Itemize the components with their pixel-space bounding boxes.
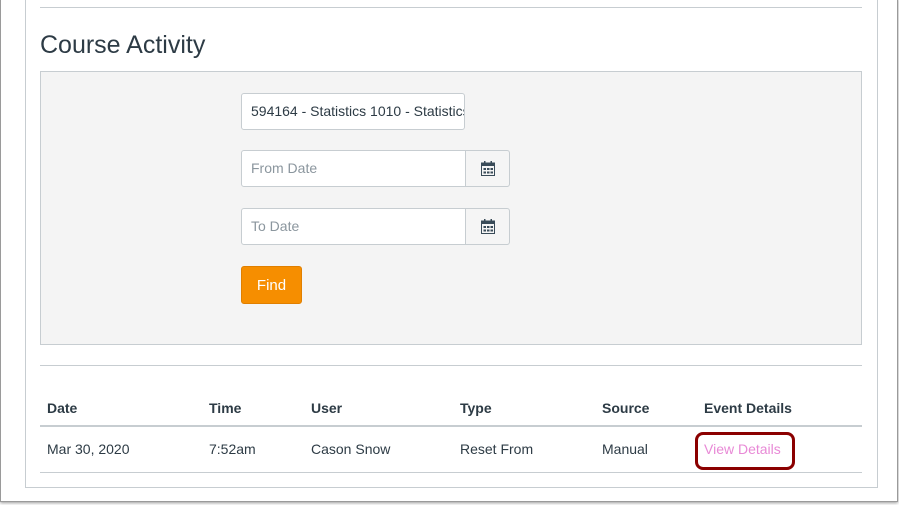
header-source: Source bbox=[602, 400, 650, 416]
cell-source: Manual bbox=[602, 441, 648, 457]
course-input[interactable]: 594164 - Statistics 1010 - Statistics bbox=[241, 93, 465, 130]
find-button[interactable]: Find bbox=[241, 266, 302, 304]
header-divider bbox=[40, 425, 862, 427]
page-title: Course Activity bbox=[40, 31, 206, 59]
header-event-details: Event Details bbox=[704, 400, 792, 416]
row-divider bbox=[40, 472, 862, 473]
cell-type: Reset From bbox=[460, 441, 534, 457]
to-date-input[interactable]: To Date bbox=[241, 208, 466, 245]
highlight-box bbox=[695, 432, 795, 470]
header-date: Date bbox=[47, 400, 78, 416]
calendar-icon bbox=[480, 161, 495, 176]
header-user: User bbox=[311, 400, 343, 416]
header-time: Time bbox=[209, 400, 242, 416]
to-date-calendar-button[interactable] bbox=[465, 208, 510, 245]
from-date-calendar-button[interactable] bbox=[465, 150, 510, 187]
header-type: Type bbox=[460, 400, 492, 416]
calendar-icon bbox=[480, 219, 495, 234]
cell-date: Mar 30, 2020 bbox=[47, 441, 130, 457]
cell-time: 7:52am bbox=[209, 441, 256, 457]
cell-user: Cason Snow bbox=[311, 441, 391, 457]
from-date-input[interactable]: From Date bbox=[241, 150, 466, 187]
section-divider bbox=[40, 365, 862, 366]
top-divider bbox=[40, 7, 862, 8]
